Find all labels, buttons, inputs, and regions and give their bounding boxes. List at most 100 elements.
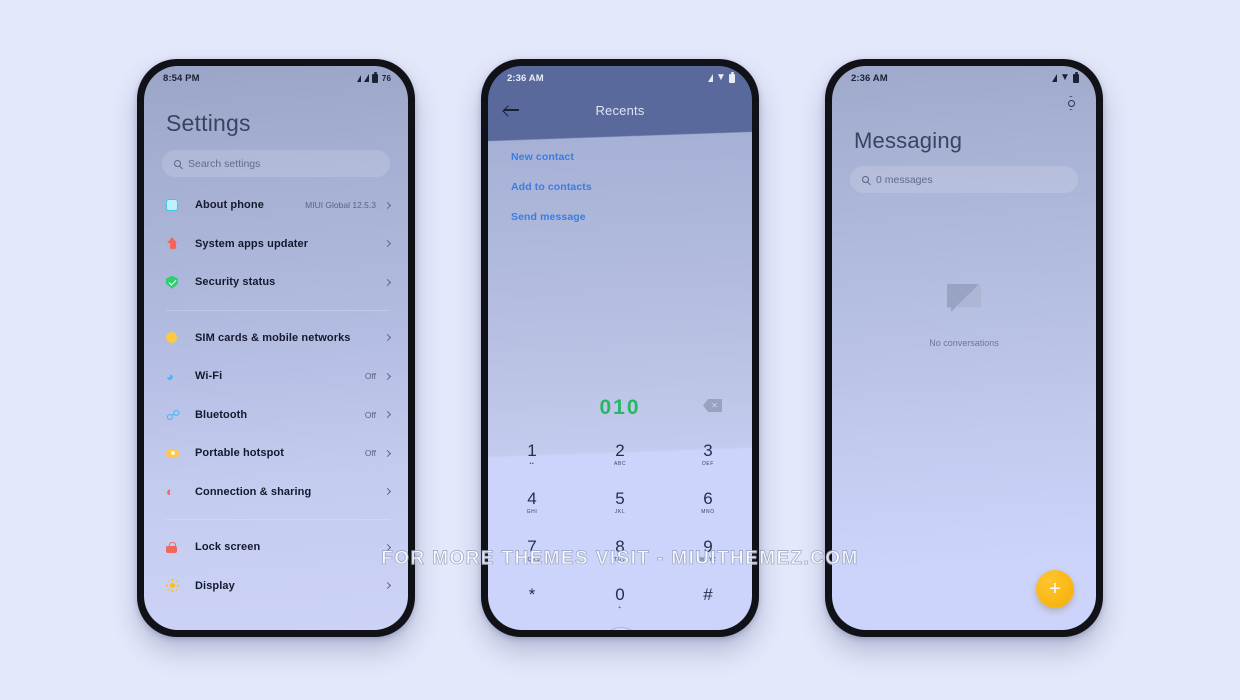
key-digit: 7 [527,536,537,556]
key-digit: 0 [615,584,625,604]
list-item-label: Security status [195,276,276,289]
sim-card-icon [166,332,186,344]
chevron-right-icon [383,372,392,380]
list-item-value: MIUI Global 12.5.3 [305,200,376,211]
page-title: Messaging [854,128,963,153]
key-digit: 5 [615,488,625,508]
sidebar-item-connection-sharing[interactable]: ◐ Connection & sharing [144,473,408,512]
list-item-label: System apps updater [195,237,309,250]
wifi-icon: ◕ [166,368,174,384]
key-letters: PQRS [523,556,541,563]
dialpad-key-star[interactable]: * [488,574,576,622]
key-digit: * [528,584,536,604]
list-item-label: Connection & sharing [195,485,312,498]
battery-icon [1073,72,1079,83]
key-letters: •• [529,460,535,467]
add-icon[interactable]: + [1036,570,1074,608]
page-title: Settings [166,110,251,136]
chevron-right-icon [383,201,392,209]
key-digit: 1 [527,440,537,460]
status-bar-icons: ▼ [708,72,735,83]
sidebar-item-bluetooth[interactable]: ☍ Bluetooth Off [144,396,408,435]
dialpad-key-2[interactable]: 2 ABC [576,430,664,478]
status-bar-icons: 76 [356,72,391,83]
key-digit: 6 [703,488,713,508]
dialpad-key-1[interactable]: 1 •• [488,430,576,478]
key-letters: WXYZ [699,556,717,563]
key-letters: JKL [614,508,626,515]
signal-triangle-icon [708,74,713,82]
dialpad-key-4[interactable]: 4 GHI [488,478,576,526]
list-divider [166,519,390,520]
key-letters: + [618,604,622,611]
search-input[interactable]: 0 messages [850,166,1078,193]
sidebar-item-display[interactable]: Display [144,567,408,606]
action-add-to-contacts[interactable]: Add to contacts [511,172,752,202]
key-digit: 4 [527,488,537,508]
sidebar-item-portable-hotspot[interactable]: Portable hotspot Off [144,434,408,473]
dialpad-key-hash[interactable]: # [664,574,752,622]
wifi-icon: ▼ [1060,72,1070,83]
dialpad-key-5[interactable]: 5 JKL [576,478,664,526]
dialpad-key-0[interactable]: 0 + [576,574,664,622]
dialpad-key-9[interactable]: 9 WXYZ [664,526,752,574]
gear-icon[interactable] [1064,96,1078,110]
search-input[interactable]: Search settings [162,150,390,177]
list-divider [166,309,390,311]
bluetooth-icon: ☍ [166,406,181,423]
about-phone-icon [166,199,186,212]
key-letters: DEF [702,460,714,467]
chevron-right-icon [383,582,392,590]
sidebar-item-system-apps-updater[interactable]: System apps updater [144,225,408,264]
system-updater-icon [166,237,186,250]
list-item-label: Wi-Fi [195,370,223,383]
dialpad-key-3[interactable]: 3 DEF [664,430,752,478]
number-display: 010 ✕ [488,386,752,430]
dialpad-key-7[interactable]: 7 PQRS [488,526,576,574]
chevron-right-icon [383,278,392,286]
dialpad: 010 ✕ 1 •• 2 ABC 3 DEF 4 GHI 5 JKL 6 MNO… [488,386,752,630]
action-new-contact[interactable]: New contact [511,142,752,172]
display-brightness-icon [166,579,186,593]
sidebar-item-lock-screen[interactable]: Lock screen [144,528,408,567]
status-bar-messaging: 2:36 AM ▼ [832,66,1096,90]
search-placeholder: Search settings [188,157,261,170]
key-letters: GHI [526,508,538,515]
settings-body: Settings Search settings About phone MIU… [144,90,408,605]
battery-icon [729,72,735,83]
search-icon [862,176,869,183]
chat-bubble-icon [947,284,981,314]
key-digit: # [703,584,713,604]
list-item-value: Off [364,371,376,382]
list-item-label: Display [195,579,235,592]
chevron-right-icon [383,449,392,457]
backspace-icon[interactable]: ✕ [703,399,722,412]
list-item-label: Portable hotspot [195,447,284,460]
empty-state-label: No conversations [929,338,999,348]
back-arrow-icon[interactable] [504,104,520,116]
phone-dialer: 2:36 AM ▼ Recents New contact Add to con… [481,59,759,637]
call-handset-icon[interactable]: ☎ [600,627,641,630]
dialed-number: 010 [599,396,641,419]
status-bar-dialer: 2:36 AM ▼ [488,66,752,90]
sidebar-item-security-status[interactable]: Security status [144,263,408,302]
wifi-icon: ▼ [716,72,726,83]
sidebar-item-about-phone[interactable]: About phone MIUI Global 12.5.3 [144,186,408,225]
screenshot-canvas: 8:54 PM 76 Settings Search settings Abou… [0,0,1240,700]
status-bar-time: 2:36 AM [851,72,888,84]
action-send-message[interactable]: Send message [511,202,752,232]
dialpad-keys: 1 •• 2 ABC 3 DEF 4 GHI 5 JKL 6 MNO 7 PQR… [488,430,752,622]
hotspot-icon [166,448,186,458]
search-icon [174,160,181,167]
battery-icon [371,72,378,83]
battery-percent-label: 76 [381,73,391,83]
sidebar-item-wifi[interactable]: ◕ Wi-Fi Off [144,357,408,396]
phone-settings: 8:54 PM 76 Settings Search settings Abou… [137,59,415,637]
sidebar-item-sim-cards[interactable]: SIM cards & mobile networks [144,319,408,358]
key-digit: 8 [615,536,625,556]
dialpad-key-8[interactable]: 8 TUV [576,526,664,574]
dialer-screen: 2:36 AM ▼ Recents New contact Add to con… [488,66,752,630]
dialpad-key-6[interactable]: 6 MNO [664,478,752,526]
key-letters: ABC [613,460,627,467]
empty-state: No conversations [832,284,1096,348]
